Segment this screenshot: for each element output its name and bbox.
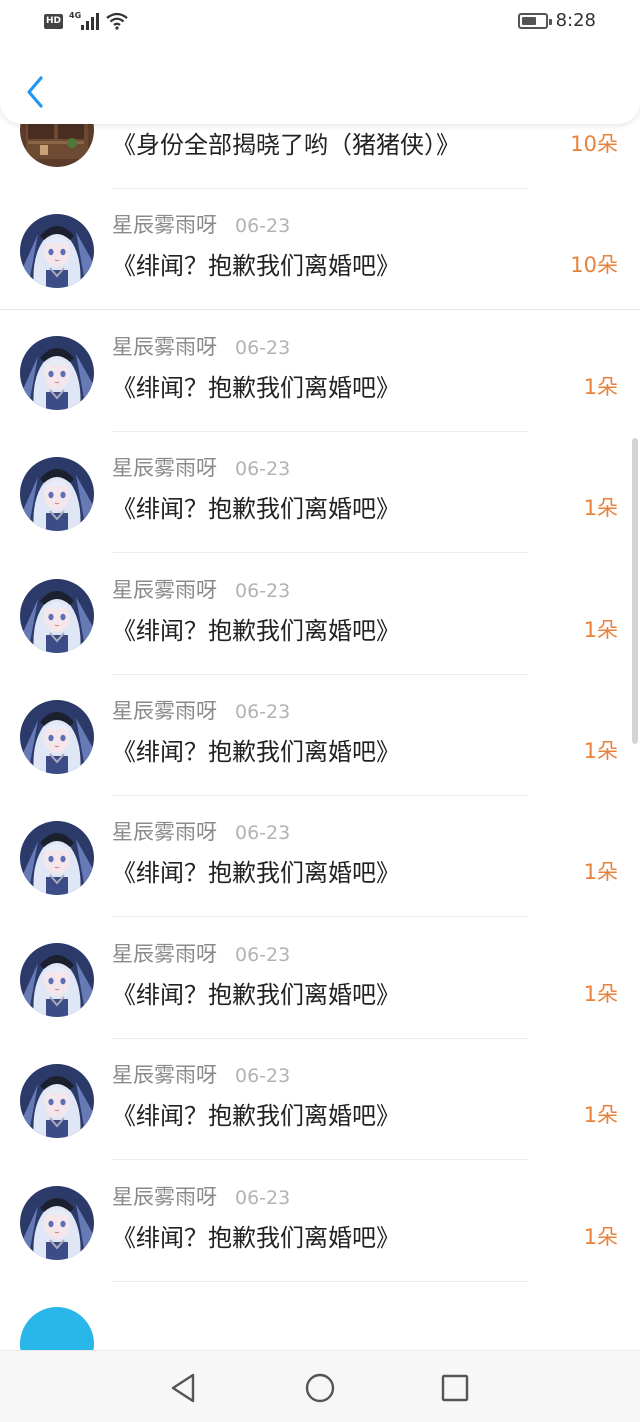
gift-date: 06-23 bbox=[235, 943, 291, 966]
flower-count: 1朵 bbox=[583, 739, 618, 763]
gift-list-item[interactable]: 星辰雾雨呀 06-23 《绯闻？抱歉我们离婚吧》 1朵 bbox=[0, 1039, 640, 1161]
gift-list-item-partial[interactable] bbox=[0, 1282, 640, 1350]
book-title: 《绯闻？抱歉我们离婚吧》 bbox=[112, 495, 400, 524]
user-name: 星辰雾雨呀 bbox=[112, 213, 217, 238]
user-avatar[interactable] bbox=[20, 335, 94, 410]
user-avatar[interactable] bbox=[20, 942, 94, 1017]
nav-back-button[interactable] bbox=[166, 1371, 200, 1405]
gift-list-item[interactable]: 星辰雾雨呀 06-23 《绯闻？抱歉我们离婚吧》 1朵 bbox=[0, 554, 640, 675]
flower-count: 10朵 bbox=[570, 253, 618, 278]
gift-date: 06-23 bbox=[235, 579, 291, 602]
user-avatar[interactable] bbox=[20, 1307, 94, 1350]
gift-date: 06-23 bbox=[235, 1186, 291, 1209]
gift-date: 06-23 bbox=[235, 215, 291, 238]
name-row: 星辰雾雨呀 06-23 bbox=[112, 452, 290, 482]
book-title: 《绯闻？抱歉我们离婚吧》 bbox=[112, 859, 400, 888]
flower-count: 1朵 bbox=[583, 496, 618, 521]
user-name: 星辰雾雨呀 bbox=[112, 1063, 217, 1088]
gift-records-screen: 竹春桃06-23《身份全部揭晓了哟（猪猪侠）》10朵星辰雾雨呀06-23《绯闻？… bbox=[0, 0, 640, 1422]
flower-count: 1朵 bbox=[583, 860, 618, 885]
gift-list[interactable]: 竹春桃06-23《身份全部揭晓了哟（猪猪侠）》10朵星辰雾雨呀06-23《绯闻？… bbox=[0, 112, 640, 1350]
battery-icon bbox=[517, 13, 552, 29]
user-name: 星辰雾雨呀 bbox=[112, 577, 217, 602]
gift-date: 06-23 bbox=[235, 1065, 291, 1088]
scrollbar[interactable] bbox=[632, 438, 638, 744]
nav-recents-button[interactable] bbox=[438, 1371, 472, 1405]
name-row: 星辰雾雨呀 06-23 bbox=[112, 1181, 290, 1211]
user-name: 星辰雾雨呀 bbox=[112, 1184, 217, 1209]
user-avatar[interactable] bbox=[20, 214, 94, 289]
gift-date: 06-23 bbox=[235, 336, 291, 359]
book-title: 《绯闻？抱歉我们离婚吧》 bbox=[112, 980, 400, 1009]
status-bar: HD 4G 8:28 bbox=[0, 0, 640, 44]
gift-list-item[interactable]: 星辰雾雨呀 06-23 《绯闻？抱歉我们离婚吧》 1朵 bbox=[0, 918, 640, 1039]
wifi-icon bbox=[106, 12, 128, 30]
nav-home-button[interactable] bbox=[303, 1371, 337, 1405]
network-type-label: 4G bbox=[69, 11, 82, 20]
name-row: 星辰雾雨呀 06-23 bbox=[112, 1059, 290, 1089]
header-bar: HD 4G 8:28 bbox=[0, 0, 640, 124]
gift-list-item[interactable]: 星辰雾雨呀 06-23 《绯闻？抱歉我们离婚吧》 1朵 bbox=[0, 675, 640, 796]
user-name: 星辰雾雨呀 bbox=[112, 820, 217, 845]
name-row: 星辰雾雨呀 06-23 bbox=[112, 209, 290, 239]
flower-count: 1朵 bbox=[583, 617, 618, 642]
book-title: 《绯闻？抱歉我们离婚吧》 bbox=[112, 738, 400, 766]
book-title: 《绯闻？抱歉我们离婚吧》 bbox=[112, 252, 400, 281]
name-row: 星辰雾雨呀 06-23 bbox=[112, 938, 290, 968]
square-recents-icon bbox=[441, 1374, 469, 1402]
name-row: 星辰雾雨呀 06-23 bbox=[112, 695, 290, 725]
user-avatar[interactable] bbox=[20, 1064, 94, 1139]
chevron-left-icon bbox=[27, 76, 43, 108]
user-name: 星辰雾雨呀 bbox=[112, 456, 217, 481]
gift-list-item[interactable]: 星辰雾雨呀 06-23 《绯闻？抱歉我们离婚吧》 1朵 bbox=[0, 796, 640, 918]
book-title: 《绯闻？抱歉我们离婚吧》 bbox=[112, 616, 400, 645]
name-row: 星辰雾雨呀 06-23 bbox=[112, 574, 290, 604]
book-title: 《绯闻？抱歉我们离婚吧》 bbox=[112, 373, 400, 402]
user-avatar[interactable] bbox=[20, 457, 94, 532]
user-name: 星辰雾雨呀 bbox=[112, 941, 217, 966]
status-time: 8:28 bbox=[555, 10, 596, 31]
user-avatar[interactable] bbox=[20, 578, 94, 653]
flower-count: 1朵 bbox=[583, 1224, 618, 1249]
gift-date: 06-23 bbox=[235, 701, 291, 723]
triangle-back-icon bbox=[171, 1373, 195, 1403]
flower-count: 1朵 bbox=[583, 374, 618, 399]
gift-date: 06-23 bbox=[235, 822, 291, 845]
user-avatar[interactable] bbox=[20, 821, 94, 896]
hd-badge: HD bbox=[44, 13, 63, 29]
gift-list-item[interactable]: 星辰雾雨呀 06-23 《绯闻？抱歉我们离婚吧》 1朵 bbox=[0, 432, 640, 554]
flower-count: 1朵 bbox=[583, 1103, 618, 1128]
gift-list-item[interactable]: 星辰雾雨呀 06-23 《绯闻？抱歉我们离婚吧》 1朵 bbox=[0, 1161, 640, 1282]
flower-count: 10朵 bbox=[570, 132, 618, 156]
name-row: 星辰雾雨呀 06-23 bbox=[112, 816, 290, 846]
cellular-signal-icon: 4G bbox=[69, 12, 99, 30]
circle-home-icon bbox=[305, 1373, 335, 1403]
gift-list-item[interactable]: 星辰雾雨呀 06-23 《绯闻？抱歉我们离婚吧》 1朵 bbox=[0, 311, 640, 432]
user-avatar[interactable] bbox=[20, 700, 94, 774]
book-title: 《身份全部揭晓了哟（猪猪侠）》 bbox=[112, 131, 460, 159]
system-nav-bar bbox=[0, 1350, 640, 1422]
user-name: 星辰雾雨呀 bbox=[112, 334, 217, 359]
back-button[interactable] bbox=[22, 72, 48, 112]
gift-date: 06-23 bbox=[235, 458, 291, 481]
flower-count: 1朵 bbox=[583, 981, 618, 1006]
book-title: 《绯闻？抱歉我们离婚吧》 bbox=[112, 1102, 400, 1131]
gift-list-item[interactable]: 星辰雾雨呀 06-23 《绯闻？抱歉我们离婚吧》 10朵 bbox=[0, 189, 640, 311]
name-row: 星辰雾雨呀 06-23 bbox=[112, 331, 290, 361]
user-avatar[interactable] bbox=[20, 1185, 94, 1260]
book-title: 《绯闻？抱歉我们离婚吧》 bbox=[112, 1223, 400, 1252]
user-name: 星辰雾雨呀 bbox=[112, 699, 217, 723]
